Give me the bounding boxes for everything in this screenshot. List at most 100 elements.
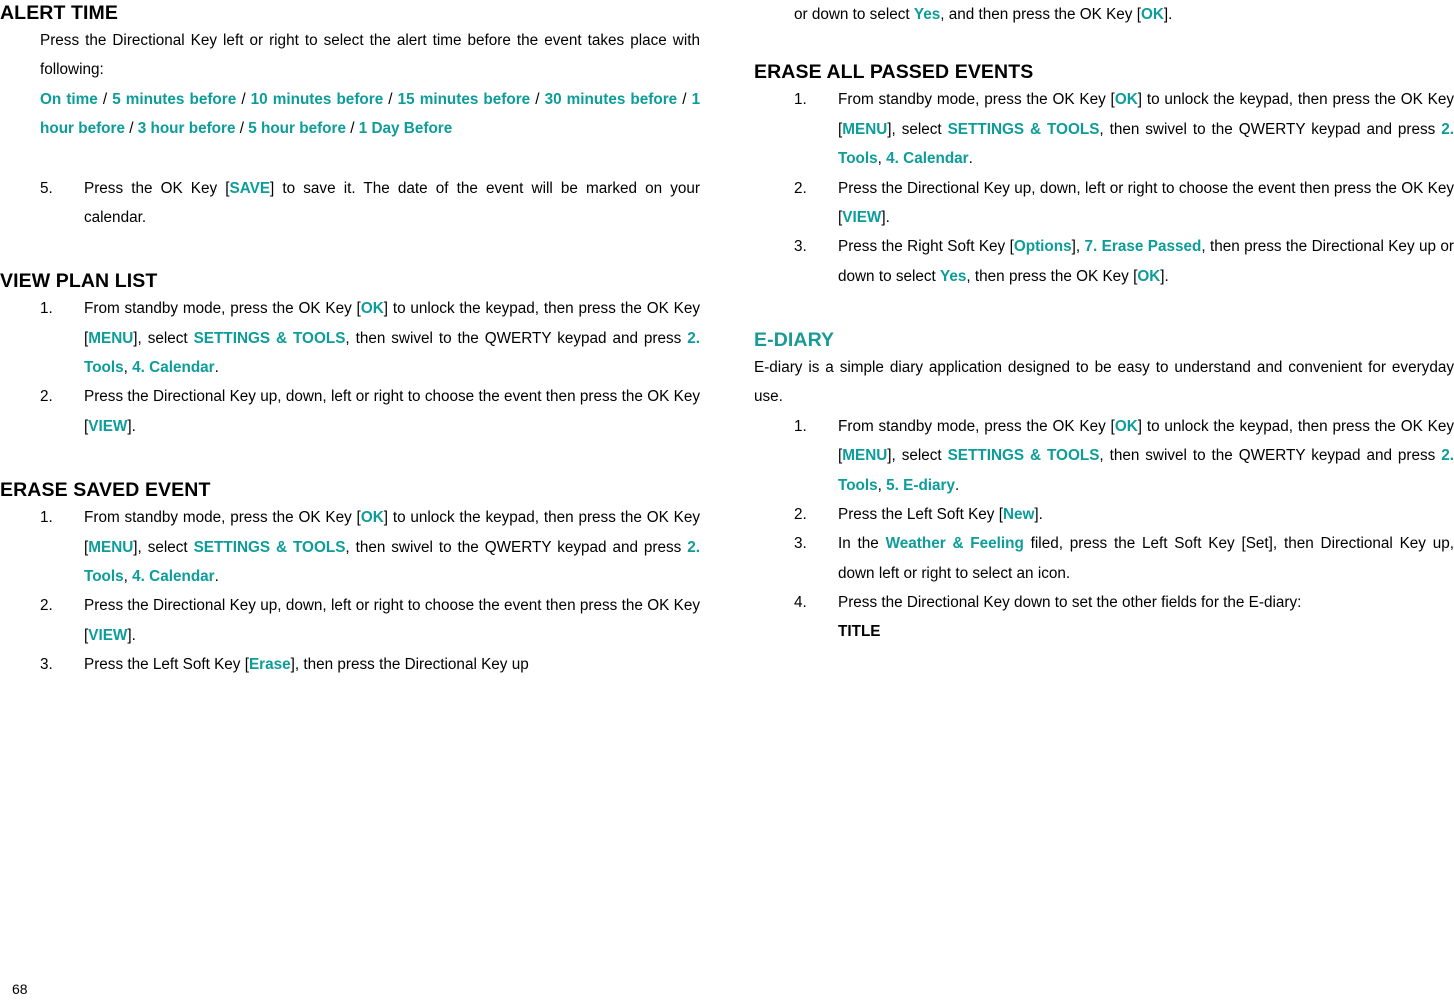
key-menu: MENU — [842, 447, 888, 465]
sep: / — [129, 120, 138, 138]
t5: ]. — [1160, 267, 1169, 285]
t4: , then swivel to the QWERTY keypad and p… — [345, 538, 688, 556]
t3: ], select — [887, 120, 948, 138]
t2: ], — [1071, 238, 1085, 256]
value-yes: Yes — [913, 6, 941, 23]
menu-4-calendar: 4. Calendar — [886, 150, 969, 168]
t1: From standby mode, press the OK Key [ — [838, 91, 1115, 109]
menu-settings-and-tools: SETTINGS & TOOLS — [193, 329, 346, 347]
erase-all-passed-steps: 1. From standby mode, press the OK Key [… — [754, 85, 1454, 291]
t1: From standby mode, press the OK Key [ — [84, 509, 361, 527]
heading-alert-time: ALERT TIME — [0, 2, 118, 24]
heading-erase-saved-event: ERASE SAVED EVENT — [0, 479, 211, 502]
option-3-hour-before: 3 hour before — [137, 120, 236, 138]
sep: / — [535, 90, 545, 108]
t1: From standby mode, press the OK Key [ — [84, 300, 361, 318]
key-ok: OK — [1114, 91, 1138, 109]
t3: ]. — [1163, 6, 1173, 23]
e-diary-steps: 1. From standby mode, press the OK Key [… — [754, 412, 1454, 618]
menu-4-calendar: 4. Calendar — [132, 359, 215, 377]
field-title-label: TITLE — [838, 623, 881, 641]
t5: , — [123, 568, 133, 586]
key-new: New — [1002, 505, 1035, 523]
list-item-step2: 2. Press the Directional Key up, down, l… — [754, 174, 1454, 233]
key-ok: OK — [360, 300, 384, 318]
step-number: 2. — [794, 179, 807, 197]
t6: . — [214, 359, 219, 377]
alert-time-step-list: 5. Press the OK Key [SAVE] to save it. T… — [0, 174, 700, 233]
step-number: 3. — [794, 238, 807, 256]
option-30-minutes-before: 30 minutes before — [544, 90, 678, 108]
sep: / — [102, 90, 113, 108]
step-number: 2. — [40, 388, 53, 406]
t3: ], select — [133, 329, 194, 347]
list-item-step1: 1. From standby mode, press the OK Key [… — [754, 412, 1454, 500]
menu-4-calendar: 4. Calendar — [132, 568, 215, 586]
t4: , then swivel to the QWERTY keypad and p… — [1099, 447, 1442, 465]
view-plan-list-steps: 1. From standby mode, press the OK Key [… — [0, 294, 700, 441]
list-item-step3: 3. Press the Left Soft Key [Erase], then… — [0, 650, 700, 679]
left-column: ALERT TIME Press the Directional Key lef… — [0, 0, 700, 679]
menu-7-erase-passed: 7. Erase Passed — [1084, 238, 1202, 256]
alert-time-options: On time / 5 minutes before / 10 minutes … — [40, 85, 700, 144]
step-number: 3. — [40, 656, 53, 674]
list-item-step1: 1. From standby mode, press the OK Key [… — [754, 85, 1454, 173]
t6: . — [955, 476, 960, 494]
key-menu: MENU — [88, 538, 134, 556]
t2: ]. — [127, 626, 136, 644]
menu-settings-and-tools: SETTINGS & TOOLS — [947, 120, 1100, 138]
t2: ]. — [127, 417, 136, 435]
t5: , — [123, 359, 133, 377]
step-number: 1. — [40, 300, 53, 318]
t1: Press the Left Soft Key [ — [838, 505, 1003, 523]
continued-text: or down to select Yes, and then press th… — [794, 0, 1454, 29]
t1: Press the Directional Key up, down, left… — [84, 597, 700, 644]
key-view: VIEW — [88, 417, 128, 435]
t4: , then swivel to the QWERTY keypad and p… — [1099, 120, 1442, 138]
key-ok: OK — [1137, 267, 1161, 285]
step-number: 4. — [794, 594, 807, 611]
list-item-step1: 1. From standby mode, press the OK Key [… — [0, 294, 700, 382]
list-item-step1: 1. From standby mode, press the OK Key [… — [0, 503, 700, 591]
value-yes: Yes — [940, 267, 967, 285]
t3: ], select — [887, 447, 948, 465]
key-view: VIEW — [88, 626, 128, 644]
t4: , then press the OK Key [ — [966, 267, 1138, 285]
e-diary-intro: E-diary is a simple diary application de… — [754, 353, 1454, 412]
list-item-step2: 2. Press the Directional Key up, down, l… — [0, 591, 700, 650]
key-ok: OK — [1140, 6, 1164, 23]
list-item-step2: 2. Press the Left Soft Key [New]. — [754, 500, 1454, 529]
t1: Press the Directional Key down to set th… — [838, 594, 1302, 611]
key-ok: OK — [1114, 417, 1138, 435]
list-item-step4: 4. Press the Directional Key down to set… — [754, 588, 1454, 617]
t1: Press the Left Soft Key [ — [84, 656, 249, 674]
t1: From standby mode, press the OK Key [ — [838, 417, 1115, 435]
sep: / — [350, 120, 359, 138]
alert-time-intro-line1: Press the Directional Key left or right … — [40, 32, 539, 50]
field-weather-and-feeling: Weather & Feeling — [885, 535, 1024, 553]
t1: Press the Directional Key up, down, left… — [84, 388, 700, 435]
t3: ], select — [133, 538, 194, 556]
t2: ]. — [1034, 505, 1043, 523]
option-5-hour-before: 5 hour before — [248, 120, 346, 138]
page-number: 68 — [12, 981, 28, 997]
t1: In the — [838, 535, 886, 553]
key-menu: MENU — [842, 120, 888, 138]
list-item-step3: 3. In the Weather & Feeling filed, press… — [754, 529, 1454, 588]
sep: / — [241, 90, 251, 108]
sep: / — [682, 90, 692, 108]
t2: , and then press the OK Key [ — [940, 6, 1141, 23]
step-number: 1. — [794, 417, 807, 435]
list-item-step3: 3. Press the Right Soft Key [Options], 7… — [754, 232, 1454, 291]
manual-page: ALERT TIME Press the Directional Key lef… — [0, 0, 1454, 1003]
t1: or down to select — [794, 6, 914, 23]
t1: Press the Directional Key up, down, left… — [838, 179, 1454, 226]
step-number: 1. — [794, 91, 807, 109]
step-number: 5. — [40, 179, 53, 197]
list-item-step2: 2. Press the Directional Key up, down, l… — [0, 382, 700, 441]
